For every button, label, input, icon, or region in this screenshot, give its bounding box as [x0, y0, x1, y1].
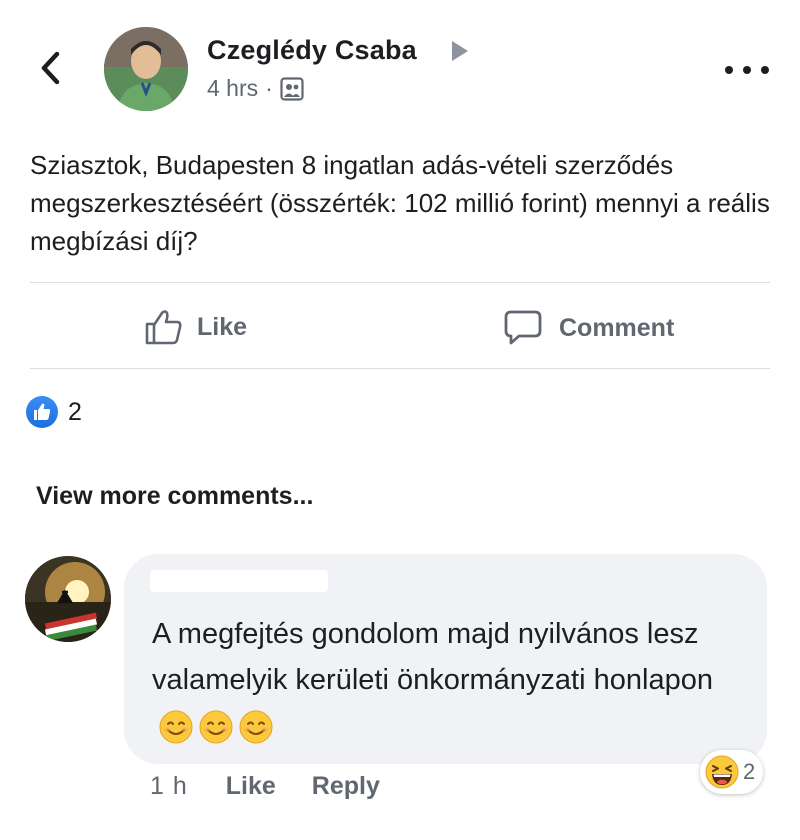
- group-audience-icon: [280, 76, 304, 101]
- reaction-count: 2: [68, 397, 82, 426]
- author-avatar-image: [104, 27, 188, 111]
- comment-footer: 1 h Like Reply: [150, 772, 416, 801]
- redacted-commenter-name: [150, 570, 328, 592]
- dot-icon: [725, 66, 733, 74]
- author-name[interactable]: Czeglédy Csaba: [207, 35, 417, 66]
- commenter-avatar[interactable]: [25, 556, 111, 642]
- like-label: Like: [197, 312, 248, 341]
- smiling-face-icon: [159, 710, 193, 744]
- dot-icon: [761, 66, 769, 74]
- post-meta: 4 hrs ·: [207, 75, 304, 102]
- chevron-left-icon: [41, 51, 60, 85]
- laughing-face-icon: [705, 755, 739, 789]
- comment-reactions[interactable]: 2: [700, 750, 764, 794]
- comment-button[interactable]: Comment: [503, 309, 674, 347]
- thumbs-up-icon: [145, 310, 182, 345]
- smiling-face-icon: [239, 710, 273, 744]
- comment-bubble-icon: [504, 310, 542, 345]
- post-reactions[interactable]: 2: [26, 396, 82, 428]
- commenter-avatar-image: [25, 556, 111, 642]
- post-text: Sziasztok, Budapesten 8 ingatlan adás-vé…: [30, 150, 770, 256]
- comment-reply-button[interactable]: Reply: [312, 772, 380, 801]
- like-reaction-icon: [26, 396, 58, 428]
- dot-icon: [743, 66, 751, 74]
- comment-timestamp[interactable]: 1 h: [150, 772, 188, 801]
- author-avatar[interactable]: [104, 27, 188, 111]
- comment-reaction-count: 2: [743, 759, 756, 784]
- view-more-comments-link[interactable]: View more comments...: [36, 482, 313, 511]
- comment-label: Comment: [559, 313, 675, 342]
- smiling-face-icon: [199, 710, 233, 744]
- thumbs-up-icon: [34, 403, 51, 420]
- caret-right-icon: [452, 41, 468, 61]
- like-button[interactable]: Like: [145, 309, 247, 345]
- post-header: Czeglédy Csaba 4 hrs ·: [0, 0, 800, 130]
- comment-like-button[interactable]: Like: [226, 772, 276, 801]
- emoji-group: [158, 709, 278, 745]
- more-options-button[interactable]: [725, 58, 769, 82]
- comment-body: A megfejtés gondolom majd nyilvános lesz…: [152, 618, 713, 696]
- post-timestamp[interactable]: 4 hrs: [207, 75, 258, 102]
- back-button[interactable]: [30, 48, 70, 88]
- meta-separator: ·: [265, 75, 273, 101]
- comment-text: A megfejtés gondolom majd nyilvános lesz…: [152, 611, 752, 749]
- divider: [30, 368, 770, 369]
- divider: [30, 282, 770, 283]
